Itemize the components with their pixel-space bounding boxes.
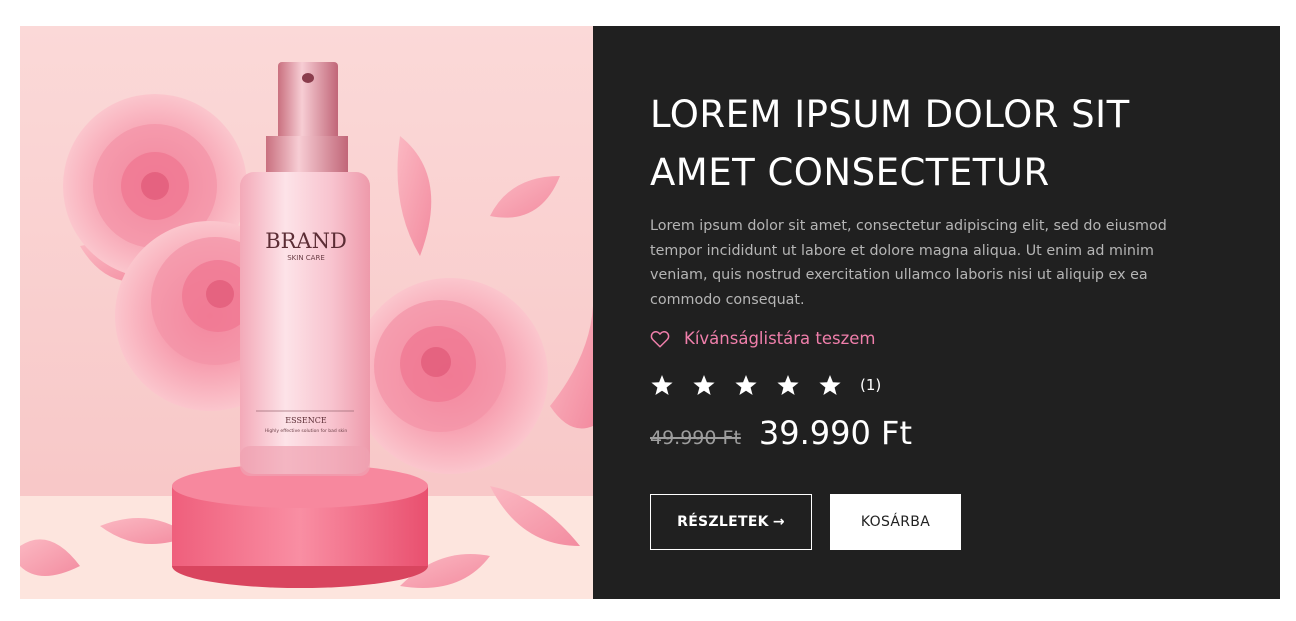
star-icon (734, 372, 776, 398)
wishlist-link[interactable]: Kívánságlistára teszem (650, 329, 876, 348)
star-icon (650, 372, 692, 398)
product-description: Lorem ipsum dolor sit amet, consectetur … (650, 218, 1167, 308)
star-icon (818, 372, 860, 398)
rating[interactable]: (1) (650, 372, 881, 398)
arrow-right-icon: → (772, 514, 785, 530)
bottle-label: ESSENCE (285, 416, 327, 425)
old-price: 49.990 Ft (650, 427, 741, 449)
current-price: 39.990 Ft (758, 414, 912, 452)
bottle-brand: BRAND (265, 229, 347, 253)
cart-label: KOSÁRBA (860, 514, 931, 530)
product-illustration: BRAND SKIN CARE ESSENCE Highly effective… (20, 26, 593, 599)
product-title: LOREM IPSUM DOLOR SIT AMET CONSECTETUR (650, 93, 1130, 194)
star-icon (776, 372, 818, 398)
rating-count: (1) (860, 376, 882, 394)
details-button[interactable]: RÉSZLETEK → (650, 494, 812, 550)
bottle-subbrand: SKIN CARE (287, 254, 325, 262)
heart-outline-icon (650, 330, 670, 348)
price-block: 49.990 Ft 39.990 Ft (650, 414, 912, 452)
add-to-cart-button[interactable]: KOSÁRBA (830, 494, 961, 550)
product-card: BRAND SKIN CARE ESSENCE Highly effective… (20, 26, 1280, 599)
wishlist-label: Kívánságlistára teszem (684, 329, 876, 348)
star-icon (692, 372, 734, 398)
bottle-tagline: Highly effective solution for bad skin (265, 428, 348, 434)
product-info-panel: LOREM IPSUM DOLOR SIT AMET CONSECTETUR L… (593, 26, 1280, 599)
product-image[interactable]: BRAND SKIN CARE ESSENCE Highly effective… (20, 26, 593, 599)
details-label: RÉSZLETEK (677, 514, 769, 530)
